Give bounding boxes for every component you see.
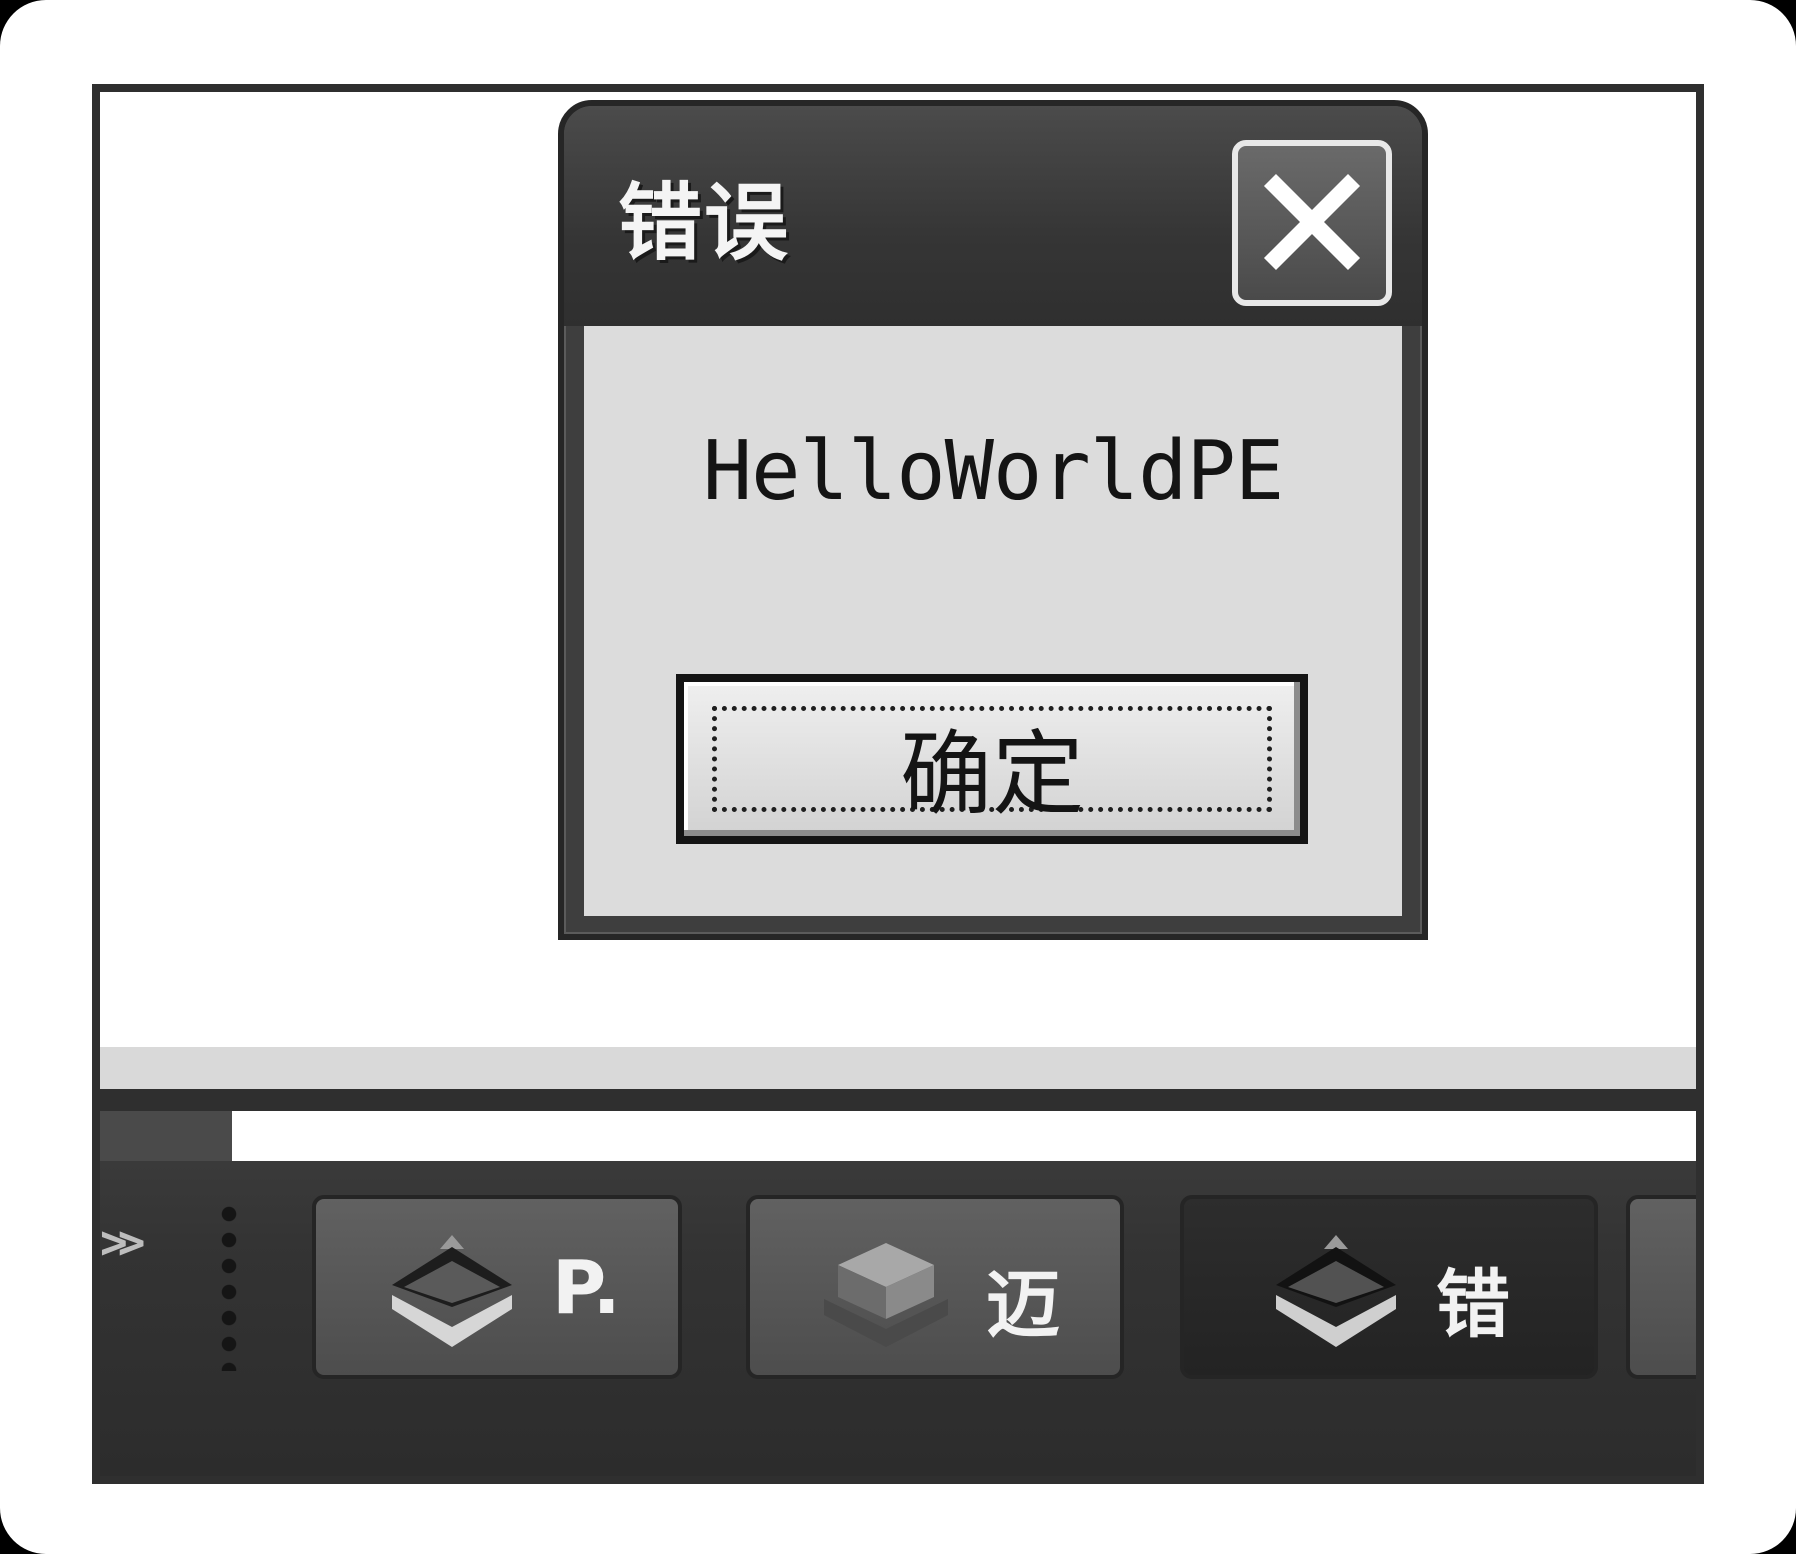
taskbar-item-label: 错	[1436, 1262, 1510, 1348]
taskbar-item-p[interactable]: P.	[312, 1195, 682, 1379]
window-bottom-edge	[100, 1047, 1696, 1089]
divider	[100, 1089, 1696, 1111]
dialog-title: 错误	[618, 174, 791, 272]
box-icon	[816, 1235, 956, 1359]
taskbar-item-mai[interactable]: 迈	[746, 1195, 1124, 1379]
close-icon	[1263, 173, 1361, 271]
dialog-body: HelloWorldPE 确定	[584, 326, 1402, 916]
taskbar-item-partial[interactable]	[1626, 1195, 1696, 1379]
taskbar-grip[interactable]	[218, 1201, 240, 1371]
screenshot-frame: 错误 HelloWorldPE 确定 >> P. 迈 错	[92, 84, 1704, 1484]
status-fill	[100, 1111, 232, 1161]
taskbar-item-label: P.	[552, 1245, 621, 1331]
taskbar-item-label: 迈	[986, 1262, 1060, 1348]
ok-button-label: 确定	[899, 721, 1084, 828]
taskbar-overflow-button[interactable]: >>	[100, 1215, 146, 1269]
dialog-titlebar[interactable]: 错误	[564, 106, 1422, 326]
dialog-message: HelloWorldPE	[702, 424, 1284, 519]
error-dialog: 错误 HelloWorldPE 确定	[558, 100, 1428, 940]
taskbar-item-cuo[interactable]: 错	[1180, 1195, 1598, 1379]
taskbar: >> P. 迈 错	[100, 1161, 1696, 1476]
layers-icon	[1266, 1235, 1406, 1359]
ok-button[interactable]: 确定	[676, 674, 1308, 844]
page: 错误 HelloWorldPE 确定 >> P. 迈 错	[0, 0, 1796, 1554]
close-button[interactable]	[1232, 140, 1392, 306]
layers-icon	[382, 1235, 522, 1359]
status-strip	[100, 1111, 1696, 1161]
